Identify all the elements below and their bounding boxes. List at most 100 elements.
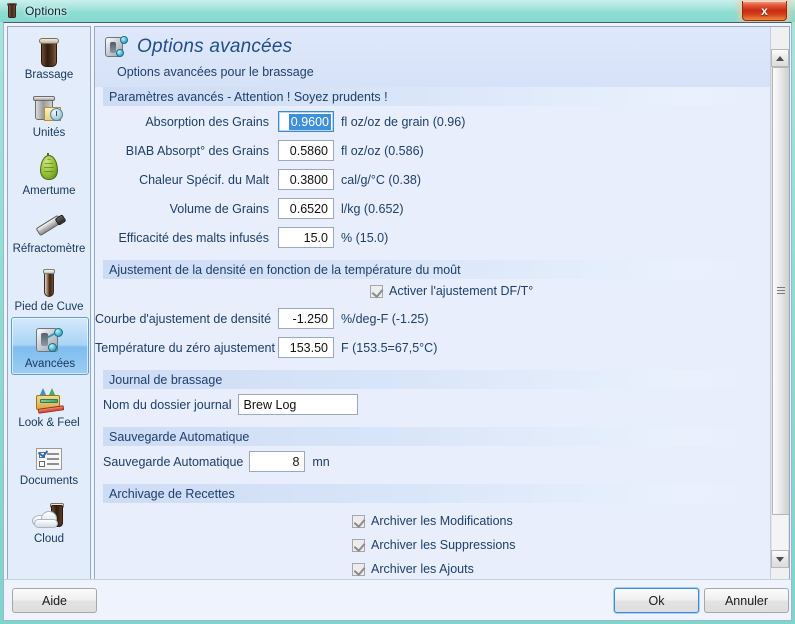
sidebar-item-cloud[interactable]: Cloud bbox=[8, 491, 90, 549]
temperature-zero-input[interactable]: 153.50 bbox=[278, 337, 334, 358]
scroll-up-button[interactable] bbox=[771, 49, 789, 67]
scroll-down-button[interactable] bbox=[771, 550, 789, 568]
checkbox-label: Archiver les Suppressions bbox=[371, 538, 516, 552]
section-header-archive: Archivage de Recettes bbox=[103, 484, 763, 503]
field-label: Chaleur Spécif. du Malt bbox=[95, 173, 278, 187]
checkbox-label: Archiver les Ajouts bbox=[371, 562, 474, 576]
field-row-absorption-grains: Absorption des Grains 0.9600 fl oz/oz de… bbox=[95, 108, 771, 135]
sidebar-item-label: Amertume bbox=[22, 185, 75, 198]
field-label: Volume de Grains bbox=[95, 202, 278, 216]
sidebar-item-label: Avancées bbox=[25, 358, 75, 371]
field-unit: fl oz/oz (0.586) bbox=[341, 144, 424, 158]
sidebar-item-label: Pied de Cuve bbox=[14, 301, 83, 314]
sidebar-item-brassage[interactable]: Brassage bbox=[8, 27, 90, 85]
field-label: BIAB Absorpt° des Grains bbox=[95, 144, 278, 158]
checkbox-checked-icon[interactable] bbox=[352, 515, 365, 528]
field-row-chaleur-specifique: Chaleur Spécif. du Malt 0.3800 cal/g/°C … bbox=[95, 166, 771, 193]
help-button[interactable]: Aide bbox=[12, 588, 97, 613]
options-window: Options x Brassage bbox=[0, 0, 795, 624]
kettle-clock-icon bbox=[33, 91, 65, 125]
sauvegarde-automatique-input[interactable]: 8 bbox=[249, 451, 305, 472]
refractometer-icon bbox=[32, 207, 66, 241]
page-subtitle: Options avancées pour le brassage bbox=[95, 65, 771, 79]
checkbox-row-activer-df-t[interactable]: Activer l'ajustement DF/T° bbox=[95, 279, 771, 303]
options-scroll-area: Paramètres avancés - Attention ! Soyez p… bbox=[95, 87, 771, 581]
checkbox-label: Archiver les Modifications bbox=[371, 514, 513, 528]
field-unit: F (153.5=67,5°C) bbox=[341, 341, 437, 355]
chevron-up-icon bbox=[776, 56, 784, 61]
sidebar-item-label: Documents bbox=[20, 475, 78, 488]
close-button[interactable]: x bbox=[742, 1, 787, 21]
sidebar-item-amertume[interactable]: Amertume bbox=[8, 143, 90, 201]
sidebar-item-label: Look & Feel bbox=[18, 417, 79, 430]
advanced-gear-icon bbox=[34, 322, 66, 356]
checkbox-row-archiver-suppressions[interactable]: Archiver les Suppressions bbox=[95, 533, 771, 557]
field-unit: mn bbox=[312, 455, 329, 469]
field-unit: cal/g/°C (0.38) bbox=[341, 173, 421, 187]
field-label: Température du zéro ajustement bbox=[95, 341, 278, 355]
ok-button[interactable]: Ok bbox=[614, 588, 699, 613]
sidebar-item-look-and-feel[interactable]: Look & Feel bbox=[8, 375, 90, 433]
page-title: Options avancées bbox=[137, 36, 292, 58]
chaleur-specifique-input[interactable]: 0.3800 bbox=[278, 169, 334, 190]
courbe-ajustement-input[interactable]: -1.250 bbox=[278, 308, 334, 329]
sidebar-item-refractometre[interactable]: Réfractomètre bbox=[8, 201, 90, 259]
volume-grains-input[interactable]: 0.6520 bbox=[278, 198, 334, 219]
sidebar: Brassage Unités Amertume bbox=[7, 26, 91, 581]
cloud-beer-icon bbox=[32, 497, 66, 531]
scrollbar-thumb[interactable] bbox=[772, 67, 790, 515]
field-row-biab-absorption: BIAB Absorpt° des Grains 0.5860 fl oz/oz… bbox=[95, 137, 771, 164]
close-icon: x bbox=[761, 5, 768, 17]
paint-box-icon bbox=[32, 381, 66, 415]
field-label: Sauvegarde Automatique bbox=[95, 455, 249, 469]
checkbox-checked-icon[interactable] bbox=[352, 539, 365, 552]
field-row-volume-grains: Volume de Grains 0.6520 l/kg (0.652) bbox=[95, 195, 771, 222]
biab-absorption-input[interactable]: 0.5860 bbox=[278, 140, 334, 161]
window-title: Options bbox=[25, 4, 67, 18]
sidebar-item-label: Unités bbox=[33, 127, 66, 140]
options-content-panel: Options avancées Options avancées pour l… bbox=[94, 26, 790, 581]
pane-header: Options avancées Options avancées pour l… bbox=[95, 27, 771, 87]
efficacite-malts-input[interactable]: 15.0 bbox=[278, 227, 334, 248]
checklist-icon bbox=[35, 439, 63, 473]
section-header-journal: Journal de brassage bbox=[103, 370, 763, 389]
beer-glass-icon bbox=[6, 4, 18, 19]
field-value: 0.9600 bbox=[289, 114, 331, 130]
dialog-button-bar: Aide Ok Annuler bbox=[4, 579, 792, 620]
sidebar-item-avancees[interactable]: Avancées bbox=[11, 317, 89, 375]
checkbox-row-archiver-modifications[interactable]: Archiver les Modifications bbox=[95, 509, 771, 533]
sidebar-item-label: Réfractomètre bbox=[13, 243, 86, 256]
cancel-button[interactable]: Annuler bbox=[704, 588, 789, 613]
sidebar-item-unites[interactable]: Unités bbox=[8, 85, 90, 143]
pint-glass-icon bbox=[39, 33, 59, 67]
field-row-temperature-zero: Température du zéro ajustement 153.50 F … bbox=[95, 334, 771, 361]
sidebar-item-label: Brassage bbox=[25, 69, 74, 82]
absorption-grains-input[interactable]: 0.9600 bbox=[278, 111, 334, 132]
field-unit: l/kg (0.652) bbox=[341, 202, 404, 216]
checkbox-checked-icon[interactable] bbox=[352, 563, 365, 576]
field-label: Absorption des Grains bbox=[95, 115, 278, 129]
sidebar-item-pied-de-cuve[interactable]: Pied de Cuve bbox=[8, 259, 90, 317]
chevron-down-icon bbox=[776, 557, 784, 562]
field-row-efficacite-malts: Efficacité des malts infusés 15.0 % (15.… bbox=[95, 224, 771, 251]
checkbox-row-archiver-ajouts[interactable]: Archiver les Ajouts bbox=[95, 557, 771, 581]
field-row-courbe-ajustement: Courbe d'ajustement de densité -1.250 %/… bbox=[95, 305, 771, 332]
title-bar: Options bbox=[0, 0, 795, 22]
vertical-scrollbar[interactable] bbox=[770, 27, 789, 581]
sidebar-item-documents[interactable]: Documents bbox=[8, 433, 90, 491]
section-header-autosave: Sauvegarde Automatique bbox=[103, 427, 763, 446]
field-label: Nom du dossier journal bbox=[95, 398, 238, 412]
section-header-density: Ajustement de la densité en fonction de … bbox=[103, 260, 763, 279]
nom-dossier-journal-input[interactable]: Brew Log bbox=[238, 394, 358, 415]
field-label: Courbe d'ajustement de densité bbox=[95, 312, 278, 326]
client-area: Brassage Unités Amertume bbox=[3, 22, 792, 621]
field-row-nom-dossier-journal: Nom du dossier journal Brew Log bbox=[95, 391, 771, 418]
field-unit: fl oz/oz de grain (0.96) bbox=[341, 115, 465, 129]
checkbox-checked-icon[interactable] bbox=[370, 285, 383, 298]
field-unit: %/deg-F (-1.25) bbox=[341, 312, 429, 326]
sidebar-item-label: Cloud bbox=[34, 533, 64, 546]
hop-cone-icon bbox=[38, 149, 60, 183]
scrollbar-track[interactable] bbox=[771, 67, 789, 550]
test-tube-icon bbox=[41, 265, 57, 299]
scrollbar-grip-icon bbox=[777, 287, 785, 295]
